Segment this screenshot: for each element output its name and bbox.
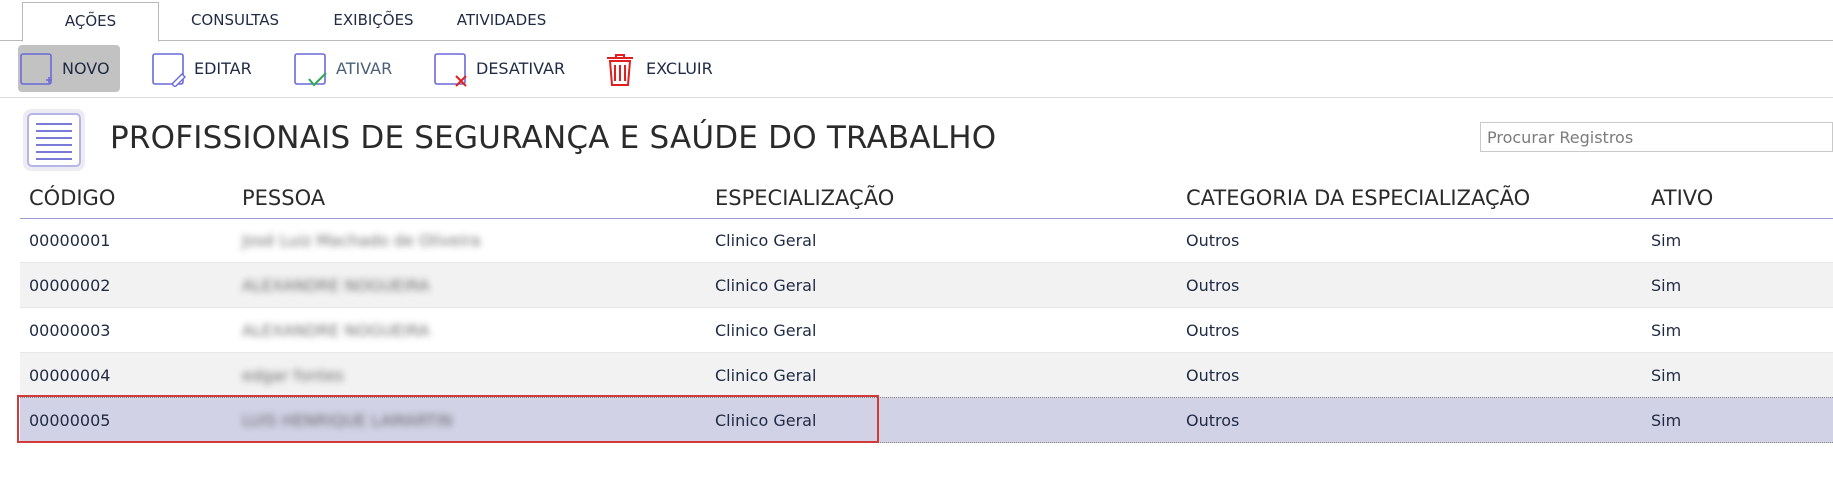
tab-atividades[interactable]: ATIVIDADES (444, 2, 559, 39)
header-especializacao[interactable]: ESPECIALIZAÇÃO (715, 186, 894, 210)
tab-acoes[interactable]: AÇÕES (22, 2, 159, 42)
table-row[interactable]: 00000002 ALEXANDRE NOGUEIRA Clinico Gera… (20, 263, 1833, 308)
novo-button[interactable]: NOVO (18, 45, 120, 92)
editar-label: EDITAR (194, 59, 252, 78)
cell-especializacao: Clinico Geral (715, 276, 817, 295)
tab-bar: AÇÕES CONSULTAS EXIBIÇÕES ATIVIDADES (0, 0, 1833, 42)
cell-ativo: Sim (1651, 231, 1682, 250)
ativar-button[interactable]: ATIVAR (292, 45, 392, 92)
new-document-icon (18, 51, 54, 87)
desativar-label: DESATIVAR (476, 59, 566, 78)
cell-categoria: Outros (1186, 231, 1240, 250)
cell-ativo: Sim (1651, 411, 1682, 430)
cell-codigo: 00000001 (29, 231, 111, 250)
cell-categoria: Outros (1186, 411, 1240, 430)
action-toolbar: NOVO EDITAR ATIVAR DESATIVAR EXCLUIR (0, 41, 1833, 98)
desativar-button[interactable]: DESATIVAR (432, 45, 565, 92)
cell-codigo: 00000002 (29, 276, 111, 295)
cell-ativo: Sim (1651, 321, 1682, 340)
cell-pessoa: edgar fontes (242, 366, 344, 385)
cell-especializacao: Clinico Geral (715, 231, 817, 250)
cell-especializacao: Clinico Geral (715, 366, 817, 385)
cell-codigo: 00000003 (29, 321, 111, 340)
cell-pessoa: ALEXANDRE NOGUEIRA (242, 276, 430, 295)
search-input[interactable] (1481, 123, 1833, 151)
cell-ativo: Sim (1651, 366, 1682, 385)
novo-label: NOVO (62, 59, 110, 78)
editar-button[interactable]: EDITAR (150, 45, 252, 92)
tab-consultas[interactable]: CONSULTAS (170, 2, 300, 39)
trash-icon (602, 51, 638, 87)
cell-pessoa: LUIS HENRIQUE LAMARTIN (242, 411, 453, 430)
table-row[interactable]: 00000001 José Luiz Machado de Oliveira C… (20, 218, 1833, 263)
cell-especializacao: Clinico Geral (715, 411, 817, 430)
cell-codigo: 00000004 (29, 366, 111, 385)
table-row[interactable]: 00000004 edgar fontes Clinico Geral Outr… (20, 353, 1833, 398)
cell-categoria: Outros (1186, 321, 1240, 340)
excluir-button[interactable]: EXCLUIR (602, 45, 713, 92)
x-icon (432, 51, 468, 87)
ativar-label: ATIVAR (336, 59, 393, 78)
search-box (1480, 122, 1833, 152)
header-ativo[interactable]: ATIVO (1651, 186, 1713, 210)
page-title: PROFISSIONAIS DE SEGURANÇA E SAÚDE DO TR… (110, 120, 997, 156)
edit-pencil-icon (150, 51, 186, 88)
table-row-selected[interactable]: 00000005 LUIS HENRIQUE LAMARTIN Clinico … (20, 397, 1833, 443)
table-header: CÓDIGO PESSOA ESPECIALIZAÇÃO CATEGORIA D… (20, 180, 1833, 219)
excluir-label: EXCLUIR (646, 59, 713, 78)
cell-categoria: Outros (1186, 366, 1240, 385)
tab-exibicoes[interactable]: EXIBIÇÕES (311, 2, 436, 39)
cell-codigo: 00000005 (29, 411, 111, 430)
header-pessoa[interactable]: PESSOA (242, 186, 325, 210)
check-icon (292, 51, 328, 87)
cell-especializacao: Clinico Geral (715, 321, 817, 340)
cell-categoria: Outros (1186, 276, 1240, 295)
cell-pessoa: José Luiz Machado de Oliveira (242, 231, 481, 250)
header-codigo[interactable]: CÓDIGO (29, 186, 115, 210)
list-document-icon (22, 108, 86, 172)
cell-ativo: Sim (1651, 276, 1682, 295)
header-categoria[interactable]: CATEGORIA DA ESPECIALIZAÇÃO (1186, 186, 1530, 210)
table-row[interactable]: 00000003 ALEXANDRE NOGUEIRA Clinico Gera… (20, 308, 1833, 353)
cell-pessoa: ALEXANDRE NOGUEIRA (242, 321, 430, 340)
